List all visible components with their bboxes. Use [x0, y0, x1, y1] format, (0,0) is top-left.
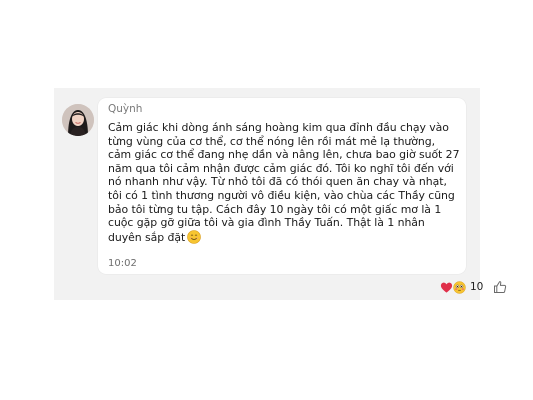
message-time: 10:02	[108, 258, 137, 269]
avatar-image	[62, 104, 94, 136]
heart-reaction-icon	[440, 282, 453, 293]
flushed-face-reaction-icon	[453, 280, 466, 294]
message-text: Cảm giác khi dòng ánh sáng hoàng kim qua…	[108, 121, 460, 244]
reaction-count: 10	[470, 281, 484, 293]
like-button-thumbs-up-icon[interactable]	[493, 280, 507, 294]
message-body: Cảm giác khi dòng ánh sáng hoàng kim qua…	[108, 121, 460, 244]
sender-avatar[interactable]	[62, 104, 94, 136]
smiling-face-emoji-icon	[187, 229, 202, 244]
message-bubble[interactable]: Quỳnh Cảm giác khi dòng ánh sáng hoàng k…	[98, 98, 466, 274]
chat-area: Quỳnh Cảm giác khi dòng ánh sáng hoàng k…	[54, 88, 507, 300]
sender-name: Quỳnh	[108, 103, 143, 115]
reaction-bar[interactable]: 10	[440, 276, 507, 298]
